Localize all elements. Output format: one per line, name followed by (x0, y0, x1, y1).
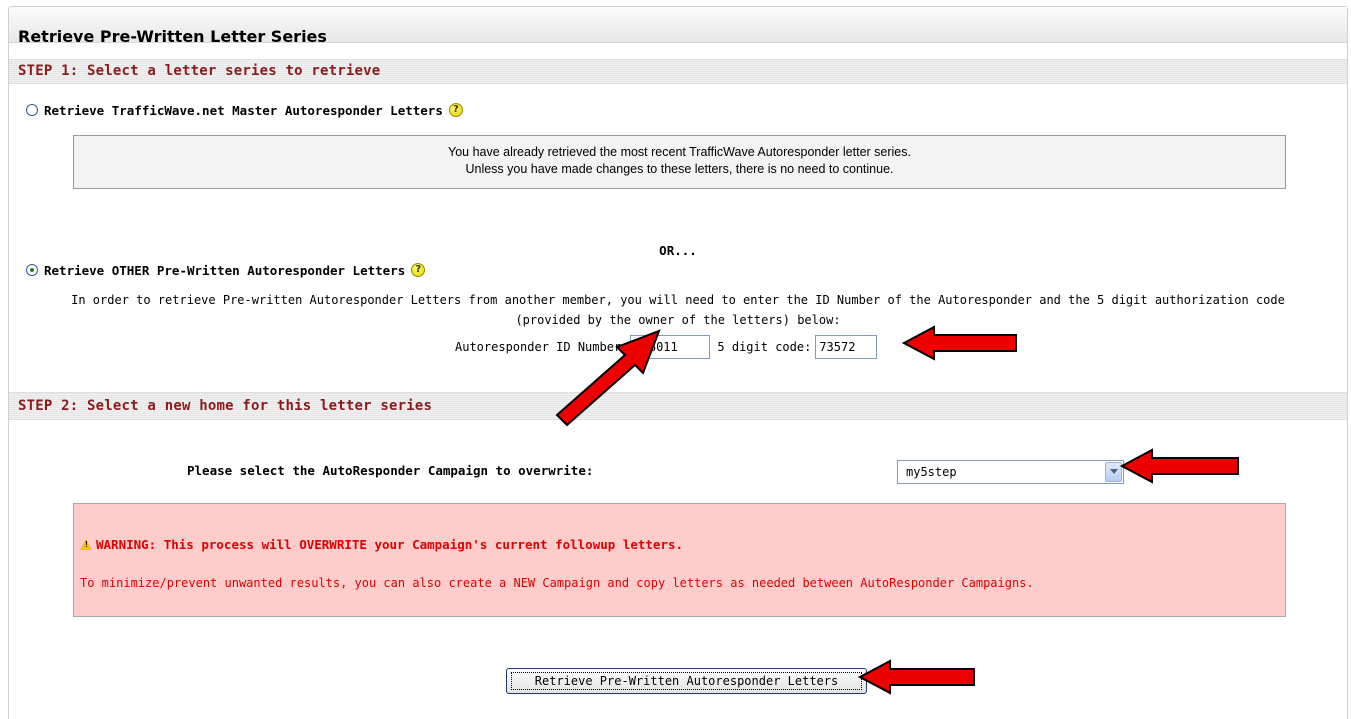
code-label: 5 digit code: (717, 340, 812, 354)
already-retrieved-notice: You have already retrieved the most rece… (73, 135, 1286, 189)
warning-title: WARNING: This process will OVERWRITE you… (96, 537, 683, 552)
red-arrow-icon (902, 325, 1017, 361)
master-letters-radio[interactable] (26, 104, 38, 116)
warning-heading: WARNING: This process will OVERWRITE you… (80, 537, 683, 552)
step1-header: STEP 1: Select a letter series to retrie… (9, 59, 1347, 84)
retrieve-letters-panel: Retrieve Pre-Written Letter Series STEP … (8, 6, 1348, 719)
retrieve-letters-button[interactable]: Retrieve Pre-Written Autoresponder Lette… (506, 668, 867, 694)
step2-header: STEP 2: Select a new home for this lette… (9, 392, 1347, 420)
red-arrow-icon (858, 659, 975, 695)
red-arrow-icon (555, 329, 661, 427)
campaign-select[interactable]: my5step (897, 460, 1124, 484)
red-arrow-icon (1120, 448, 1239, 484)
or-divider: OR... (659, 243, 697, 258)
campaign-select-label: Please select the AutoResponder Campaign… (187, 463, 594, 478)
option-master-letters[interactable]: Retrieve TrafficWave.net Master Autoresp… (26, 101, 463, 119)
master-letters-label[interactable]: Retrieve TrafficWave.net Master Autoresp… (44, 103, 443, 118)
auth-code-input[interactable] (815, 335, 878, 359)
panel-title: Retrieve Pre-Written Letter Series (18, 27, 327, 46)
option-other-letters[interactable]: Retrieve OTHER Pre-Written Autoresponder… (26, 261, 426, 279)
warning-triangle-icon (80, 539, 92, 550)
retrieve-letters-button-label: Retrieve Pre-Written Autoresponder Lette… (511, 672, 862, 690)
overwrite-warning: WARNING: This process will OVERWRITE you… (73, 503, 1286, 617)
other-letters-label[interactable]: Retrieve OTHER Pre-Written Autoresponder… (44, 263, 405, 278)
warning-body: To minimize/prevent unwanted results, yo… (80, 576, 1034, 590)
help-icon[interactable]: ? (448, 103, 463, 117)
step1-heading: STEP 1: Select a letter series to retrie… (18, 63, 381, 79)
notice-line-1: You have already retrieved the most rece… (448, 145, 911, 159)
other-letters-radio[interactable] (26, 264, 38, 276)
help-icon[interactable]: ? (411, 263, 426, 277)
campaign-select-value: my5step (906, 465, 957, 479)
step2-heading: STEP 2: Select a new home for this lette… (18, 398, 433, 414)
notice-line-2: Unless you have made changes to these le… (465, 162, 894, 176)
description-line-2: (provided by the owner of the letters) b… (515, 313, 841, 327)
other-letters-description: In order to retrieve Pre-written Autores… (29, 290, 1327, 330)
panel-header: Retrieve Pre-Written Letter Series (9, 7, 1347, 46)
id-code-row: Autoresponder ID Number: 5 digit code: (455, 334, 878, 360)
description-line-1: In order to retrieve Pre-written Autores… (71, 293, 1285, 307)
